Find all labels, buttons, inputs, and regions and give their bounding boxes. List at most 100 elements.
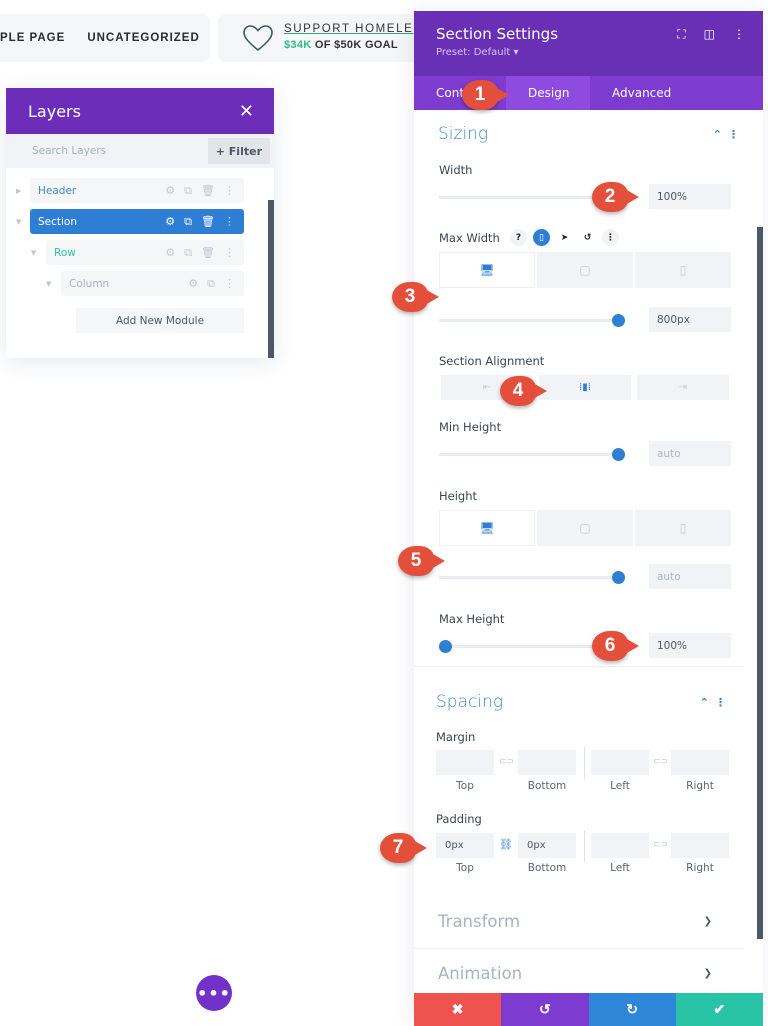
trash-icon[interactable]: 🗑︎	[201, 246, 215, 260]
chevron-up-icon[interactable]: ⌃⋮	[713, 128, 745, 141]
min-height-input[interactable]	[649, 441, 731, 466]
slider-knob[interactable]	[612, 448, 625, 461]
link-icon[interactable]: ⊂⊃	[653, 757, 668, 767]
duplicate-icon[interactable]: ⧉	[184, 246, 192, 260]
split-view-icon[interactable]: ◫	[704, 27, 715, 42]
save-button[interactable]: ✔	[675, 993, 763, 1026]
chevron-up-icon[interactable]: ⌃⋮	[700, 696, 732, 709]
settings-scrollbar[interactable]	[757, 227, 763, 939]
padding-left-input[interactable]	[591, 833, 649, 858]
reset-icon[interactable]: ↺	[579, 229, 596, 246]
margin-bottom-input[interactable]	[518, 750, 576, 775]
help-icon[interactable]: ?	[510, 229, 527, 246]
phone-icon[interactable]: ▯	[635, 510, 731, 546]
caret-right-icon[interactable]: ▶	[16, 187, 21, 195]
tab-design[interactable]: Design	[506, 76, 590, 110]
search-layers-input[interactable]	[32, 145, 172, 157]
width-input[interactable]	[649, 184, 731, 209]
tablet-icon[interactable]: ▢	[537, 252, 633, 288]
section-settings-panel: Section Settings Preset: Default ▾ ⛶ ◫ ⋮…	[414, 11, 763, 1026]
height-device-tabs: 🖥︎ ▢ ▯	[439, 510, 731, 546]
height-input[interactable]	[649, 564, 731, 589]
layer-row-header[interactable]: Header ⚙ ⧉ 🗑︎ ⋮	[30, 178, 244, 203]
margin-top-label: Top	[456, 780, 474, 792]
duplicate-icon[interactable]: ⧉	[184, 184, 192, 198]
layers-scrollbar[interactable]	[268, 200, 274, 358]
padding-right-input[interactable]	[671, 833, 729, 858]
more-icon[interactable]: ⋮	[602, 229, 619, 246]
spacing-group-header[interactable]: Spacing ⌃⋮	[414, 678, 750, 726]
link-icon-active[interactable]: ⛓	[499, 838, 513, 851]
align-right-icon[interactable]: ⇥	[637, 375, 729, 400]
padding-bottom-input[interactable]	[518, 833, 576, 858]
max-width-input[interactable]	[649, 307, 731, 332]
slider-knob[interactable]	[612, 314, 625, 327]
trash-icon[interactable]: 🗑︎	[201, 215, 215, 229]
gear-icon[interactable]: ⚙	[165, 246, 175, 260]
chevron-down-icon[interactable]: ❯	[704, 916, 712, 927]
slider-knob[interactable]	[612, 571, 625, 584]
hover-cursor-icon[interactable]: ➤	[556, 229, 573, 246]
max-width-device-tabs: 🖥︎ ▢ ▯	[439, 252, 731, 288]
duplicate-icon[interactable]: ⧉	[207, 277, 215, 291]
layer-row-row[interactable]: Row ⚙ ⧉ 🗑︎ ⋮	[46, 240, 244, 265]
layer-row-section[interactable]: Section ⚙ ⧉ 🗑︎ ⋮	[30, 209, 244, 234]
link-icon[interactable]: ⊂⊃	[653, 840, 668, 850]
close-icon[interactable]: ✕	[239, 101, 254, 122]
nav-item-uncategorized[interactable]: UNCATEGORIZED	[87, 32, 199, 44]
max-width-slider[interactable]	[439, 314, 625, 327]
width-slider[interactable]	[439, 196, 617, 199]
page-settings-fab[interactable]: •••	[196, 975, 232, 1011]
height-slider[interactable]	[439, 571, 625, 584]
link-icon[interactable]: ⊂⊃	[499, 757, 514, 767]
add-new-module-button[interactable]: Add New Module	[76, 308, 244, 333]
animation-group-header[interactable]: Animation ❯	[414, 948, 744, 998]
margin-left-label: Left	[610, 780, 630, 792]
transform-group-header[interactable]: Transform ❯	[414, 896, 744, 946]
more-icon[interactable]: ⋮	[224, 184, 235, 198]
caret-down-icon[interactable]: ▼	[16, 218, 21, 226]
desktop-icon[interactable]: 🖥︎	[439, 510, 535, 546]
align-center-icon[interactable]: ⁞▮⁞	[539, 375, 631, 400]
callout-badge-6: 6	[592, 631, 639, 661]
margin-right-input[interactable]	[671, 750, 729, 775]
slider-knob[interactable]	[439, 640, 452, 653]
phone-icon[interactable]: ▯	[635, 252, 731, 288]
more-icon[interactable]: ⋮	[224, 277, 235, 291]
layer-row-column[interactable]: Column ⚙ ⧉ ⋮	[61, 271, 244, 296]
padding-top-input[interactable]	[436, 833, 494, 858]
margin-top-input[interactable]	[436, 750, 494, 775]
raised-amount: $34K	[284, 39, 312, 51]
caret-down-icon[interactable]: ▼	[46, 280, 51, 288]
min-height-slider[interactable]	[439, 448, 625, 461]
divider	[584, 830, 585, 862]
support-banner[interactable]: SUPPORT HOMELE $34K OF $50K GOAL	[218, 14, 428, 62]
margin-left-input[interactable]	[591, 750, 649, 775]
caret-down-icon[interactable]: ▼	[31, 249, 36, 257]
gear-icon[interactable]: ⚙	[188, 277, 198, 291]
preset-dropdown[interactable]: Preset: Default ▾	[436, 47, 741, 58]
filter-button[interactable]: + Filter	[207, 138, 270, 164]
max-height-input[interactable]	[649, 633, 731, 658]
cancel-button[interactable]: ✖	[414, 993, 502, 1026]
undo-button[interactable]: ↺	[501, 993, 589, 1026]
gear-icon[interactable]: ⚙	[165, 184, 175, 198]
support-title[interactable]: SUPPORT HOMELE	[284, 23, 413, 35]
fullscreen-icon[interactable]: ⛶	[677, 27, 685, 42]
tab-advanced[interactable]: Advanced	[590, 76, 693, 110]
duplicate-icon[interactable]: ⧉	[184, 215, 192, 229]
more-icon[interactable]: ⋮	[224, 246, 235, 260]
gear-icon[interactable]: ⚙	[165, 215, 175, 229]
more-icon[interactable]: ⋮	[224, 215, 235, 229]
nav-item-sample-page[interactable]: PLE PAGE	[0, 32, 65, 44]
chevron-down-icon[interactable]: ❯	[704, 968, 712, 979]
desktop-icon[interactable]: 🖥︎	[439, 252, 535, 288]
tablet-icon[interactable]: ▢	[537, 510, 633, 546]
undo-icon: ↺	[539, 1001, 551, 1017]
redo-button[interactable]: ↻	[588, 993, 676, 1026]
responsive-icon[interactable]: ▯	[533, 229, 550, 246]
trash-icon[interactable]: 🗑︎	[201, 184, 215, 198]
sizing-group-header[interactable]: Sizing ⌃⋮	[414, 110, 763, 158]
margin-label: Margin	[436, 730, 476, 744]
more-icon[interactable]: ⋮	[733, 27, 745, 42]
